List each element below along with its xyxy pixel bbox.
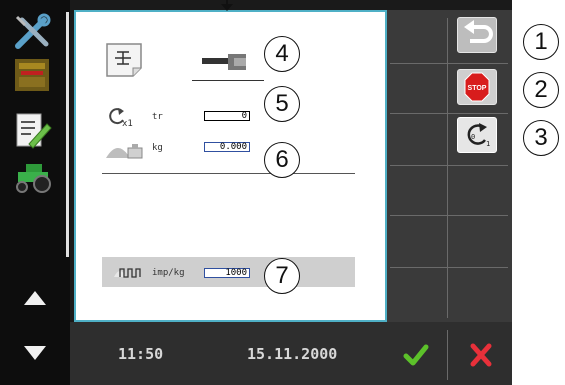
sidebar-item-tools[interactable]	[8, 12, 58, 52]
heap-weight-icon	[106, 144, 143, 159]
close-icon	[470, 343, 492, 367]
callout-1: 1	[523, 24, 559, 60]
scrollbar[interactable]	[66, 12, 69, 257]
scroll-down-button[interactable]	[20, 342, 50, 366]
cancel-button[interactable]	[463, 338, 499, 372]
scale-sheet-icon	[106, 43, 142, 77]
sidebar-item-notes[interactable]	[13, 110, 53, 152]
rotation-multiplier: x1	[122, 119, 133, 129]
tools-icon	[15, 13, 51, 49]
rotation-label: tr	[152, 112, 163, 122]
sidebar	[0, 0, 70, 385]
tool-underline	[192, 80, 264, 81]
reset-zero: 0	[471, 133, 475, 141]
softkey-grid-line	[390, 267, 508, 268]
callout-3: 3	[523, 120, 559, 156]
terminal-panel-icon	[15, 59, 49, 91]
calibration-icon	[105, 42, 145, 78]
rotation-field[interactable]: 0	[204, 111, 250, 121]
tool-icon	[200, 52, 256, 74]
weight-label: kg	[152, 143, 163, 153]
impulse-label: imp/kg	[152, 268, 185, 278]
pulse-signal-icon	[114, 268, 141, 278]
clock-time: 11:50	[118, 345, 164, 363]
check-icon	[403, 344, 429, 366]
confirm-button[interactable]	[398, 338, 434, 372]
weight-icon	[104, 138, 148, 162]
sprayer-nozzle-icon	[202, 54, 246, 70]
softkey-panel	[387, 10, 512, 322]
stop-button[interactable]: STOP	[457, 69, 497, 105]
softkey-grid-line	[390, 63, 508, 64]
clock-date: 15.11.2000	[247, 345, 338, 363]
tractor-icon	[16, 164, 51, 193]
callout-5: 5	[264, 86, 300, 122]
callout-2: 2	[523, 72, 559, 108]
callout-4: 4	[264, 36, 300, 72]
reset-one: 1	[486, 140, 490, 148]
softkey-grid-line	[390, 215, 508, 216]
callout-7: 7	[264, 258, 300, 294]
reset-counter-button[interactable]: 0 1	[457, 117, 497, 153]
sidebar-item-tractor[interactable]	[12, 160, 56, 194]
softkey-grid-line	[390, 165, 508, 166]
triangle-up-icon	[24, 291, 46, 305]
weight-field[interactable]: 0.000	[204, 142, 250, 152]
pointer-arrow	[221, 4, 233, 11]
sidebar-item-terminal[interactable]	[13, 55, 53, 95]
triangle-down-icon	[24, 346, 46, 360]
section-divider	[102, 173, 355, 174]
stop-label: STOP	[468, 85, 487, 92]
reset-counter-icon: 0 1	[467, 123, 490, 148]
scroll-up-button[interactable]	[20, 285, 50, 309]
impulse-icon	[112, 263, 148, 281]
callout-6: 6	[264, 142, 300, 178]
bottom-separator	[447, 330, 448, 380]
notepad-edit-icon	[16, 113, 52, 149]
return-arrow-icon	[464, 20, 493, 43]
impulse-field[interactable]: 1000	[204, 268, 250, 278]
stop-sign-icon: STOP	[464, 72, 490, 102]
softkey-grid-line	[390, 113, 508, 114]
back-button[interactable]	[457, 17, 497, 53]
